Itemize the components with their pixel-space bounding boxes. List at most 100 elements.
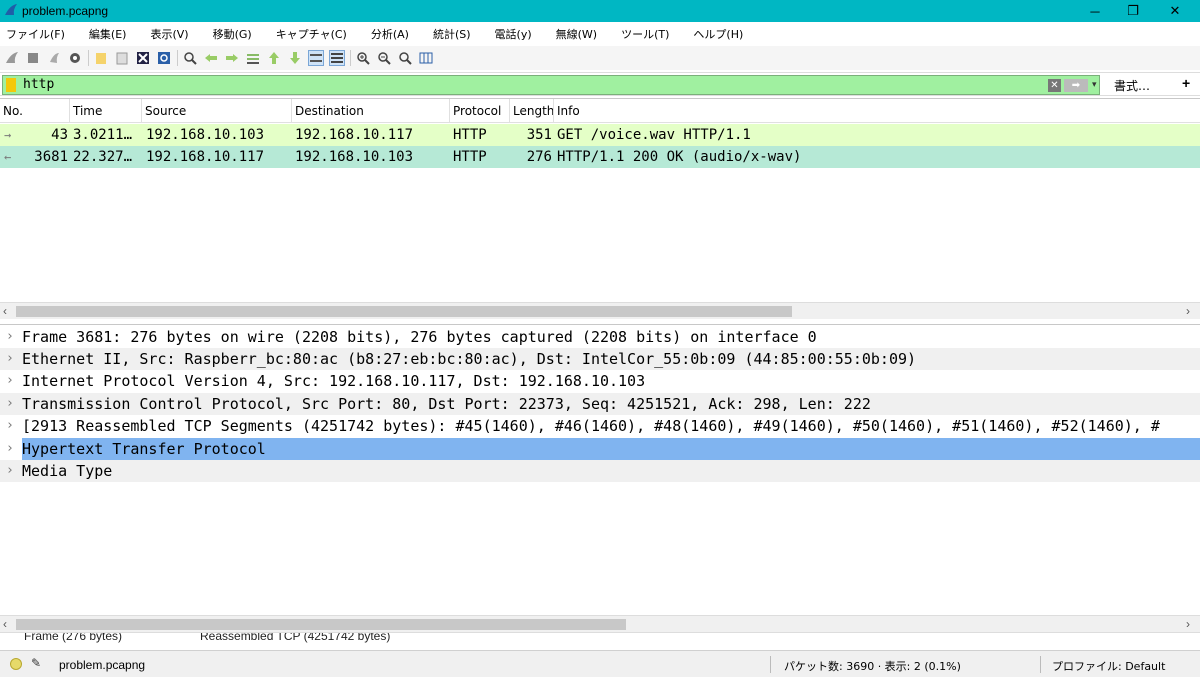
status-divider (1040, 656, 1041, 673)
expand-chevron-icon[interactable]: › (6, 393, 14, 415)
title-bar: problem.pcapng ─ ❐ ✕ (0, 0, 1200, 22)
status-bar: ✎ problem.pcapng パケット数: 3690 · 表示: 2 (0.… (0, 650, 1200, 677)
menu-statistics[interactable]: 統計(S) (433, 26, 471, 42)
display-filter-bar: ✕ ➡ ▾ 書式… + (0, 72, 1200, 96)
column-header-time[interactable]: Time (70, 99, 142, 123)
expand-chevron-icon[interactable]: › (6, 348, 14, 370)
detail-tree-item[interactable]: › Ethernet II, Src: Raspberr_bc:80:ac (b… (0, 348, 1200, 370)
apply-filter-icon[interactable]: ➡ (1064, 79, 1088, 92)
colorize-icon[interactable] (329, 50, 345, 66)
expand-chevron-icon[interactable]: › (6, 370, 14, 392)
menu-help[interactable]: ヘルプ(H) (693, 26, 743, 42)
menu-wireless[interactable]: 無線(W) (556, 26, 597, 42)
options-gear-icon[interactable] (67, 50, 83, 66)
scroll-left-icon[interactable]: ‹ (3, 304, 7, 318)
add-filter-button[interactable]: + (1182, 75, 1190, 91)
column-header-info[interactable]: Info (554, 99, 1200, 123)
restart-icon[interactable] (46, 50, 62, 66)
packet-time: 22.327… (73, 149, 133, 165)
normal-size-icon[interactable] (397, 50, 413, 66)
save-file-icon[interactable] (114, 50, 130, 66)
tab-reassembled-bytes[interactable]: Reassembled TCP (4251742 bytes) (200, 633, 390, 643)
packet-row[interactable]: → 43 3.0211… 192.168.10.103 192.168.10.1… (0, 124, 1200, 146)
expert-info-icon[interactable] (10, 658, 22, 670)
resize-columns-icon[interactable] (418, 50, 434, 66)
scroll-left-icon[interactable]: ‹ (3, 617, 7, 631)
capture-comment-icon[interactable]: ✎ (31, 656, 41, 670)
detail-tree-item[interactable]: › [2913 Reassembled TCP Segments (425174… (0, 415, 1200, 437)
shark-fin-start-icon[interactable] (4, 50, 20, 66)
packet-no: 3681 (34, 149, 68, 165)
zoom-in-icon[interactable] (355, 50, 371, 66)
expand-chevron-icon[interactable]: › (6, 438, 14, 460)
menu-capture[interactable]: キャプチャ(C) (276, 26, 347, 42)
expand-chevron-icon[interactable]: › (6, 460, 14, 482)
filter-history-dropdown-icon[interactable]: ▾ (1092, 79, 1097, 90)
menu-edit[interactable]: 編集(E) (89, 26, 127, 42)
stop-icon[interactable] (25, 50, 41, 66)
scroll-right-icon[interactable]: › (1186, 304, 1190, 318)
expressions-button[interactable]: 書式… (1114, 77, 1150, 94)
column-header-protocol[interactable]: Protocol (450, 99, 510, 123)
column-header-no[interactable]: No. (0, 99, 70, 123)
status-divider (770, 656, 771, 673)
autoscroll-icon[interactable] (308, 50, 324, 66)
reload-icon[interactable] (156, 50, 172, 66)
close-button[interactable]: ✕ (1152, 0, 1198, 22)
toolbar-divider (350, 50, 351, 66)
tab-frame-bytes[interactable]: Frame (276 bytes) (24, 633, 122, 643)
display-filter-input[interactable] (23, 77, 1023, 92)
menu-telephony[interactable]: 電話(y) (495, 26, 532, 42)
last-packet-icon[interactable] (287, 50, 303, 66)
menu-analyze[interactable]: 分析(A) (371, 26, 409, 42)
menu-go[interactable]: 移動(G) (213, 26, 252, 42)
close-file-icon[interactable] (135, 50, 151, 66)
packet-destination: 192.168.10.117 (295, 127, 414, 143)
packet-destination: 192.168.10.103 (295, 149, 414, 165)
packet-protocol: HTTP (453, 149, 487, 165)
go-forward-icon[interactable] (224, 50, 240, 66)
detail-tree-item[interactable]: › Frame 3681: 276 bytes on wire (2208 bi… (0, 326, 1200, 348)
column-header-length[interactable]: Length (510, 99, 554, 123)
packet-info: HTTP/1.1 200 OK (audio/x-wav) (557, 149, 802, 165)
detail-tree-item-selected[interactable]: › Hypertext Transfer Protocol (0, 438, 1200, 460)
packet-list-hscrollbar[interactable]: ‹ › (0, 302, 1200, 319)
status-profile[interactable]: プロファイル: Default (1052, 658, 1165, 674)
scroll-right-icon[interactable]: › (1186, 617, 1190, 631)
first-packet-icon[interactable] (266, 50, 282, 66)
wireshark-fin-icon (5, 4, 17, 15)
packet-row[interactable]: ← 3681 22.327… 192.168.10.117 192.168.10… (0, 146, 1200, 168)
go-back-icon[interactable] (203, 50, 219, 66)
window-title: problem.pcapng (22, 4, 109, 18)
clear-filter-icon[interactable]: ✕ (1048, 79, 1061, 92)
maximize-button[interactable]: ❐ (1110, 0, 1156, 22)
packet-source: 192.168.10.117 (146, 149, 265, 165)
expand-chevron-icon[interactable]: › (6, 326, 14, 348)
details-hscrollbar[interactable]: ‹ › (0, 615, 1200, 632)
expand-chevron-icon[interactable]: › (6, 415, 14, 437)
find-icon[interactable] (182, 50, 198, 66)
detail-tree-item[interactable]: › Transmission Control Protocol, Src Por… (0, 393, 1200, 415)
menu-file[interactable]: ファイル(F) (6, 26, 65, 42)
status-packet-count: パケット数: 3690 · 表示: 2 (0.1%) (784, 660, 961, 673)
packet-length: 276 (526, 149, 552, 165)
zoom-out-icon[interactable] (376, 50, 392, 66)
column-header-source[interactable]: Source (142, 99, 292, 123)
menu-view[interactable]: 表示(V) (150, 26, 188, 42)
packet-info: GET /voice.wav HTTP/1.1 (557, 127, 751, 143)
filter-bookmark-icon[interactable] (6, 78, 16, 92)
detail-tree-item[interactable]: › Media Type (0, 460, 1200, 482)
column-header-destination[interactable]: Destination (292, 99, 450, 123)
scrollbar-thumb[interactable] (16, 306, 792, 317)
packet-protocol: HTTP (453, 127, 487, 143)
packet-list-pane: No. Time Source Destination Protocol Len… (0, 98, 1200, 318)
scrollbar-thumb[interactable] (16, 619, 626, 630)
detail-tree-item[interactable]: › Internet Protocol Version 4, Src: 192.… (0, 370, 1200, 392)
packet-source: 192.168.10.103 (146, 127, 265, 143)
menu-tools[interactable]: ツール(T) (621, 26, 669, 42)
status-file-name: problem.pcapng (59, 658, 146, 672)
go-to-packet-icon[interactable] (245, 50, 261, 66)
display-filter-field[interactable]: ✕ ➡ ▾ (2, 75, 1100, 95)
packet-details-pane: › Frame 3681: 276 bytes on wire (2208 bi… (0, 324, 1200, 616)
open-file-icon[interactable] (93, 50, 109, 66)
